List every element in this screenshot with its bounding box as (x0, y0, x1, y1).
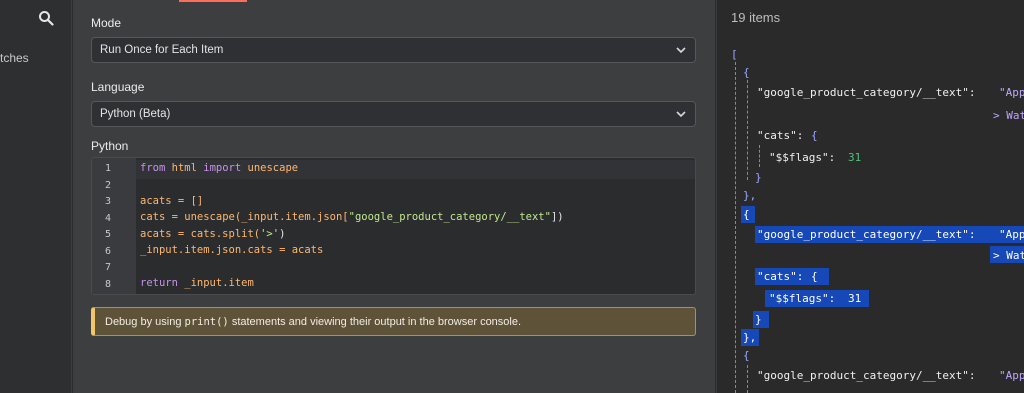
json-key: "$$flags": (769, 151, 836, 164)
code-line: return _input.item (140, 277, 254, 289)
code-editor[interactable]: 1 2 3 4 5 6 7 8 from html import unescap… (91, 157, 696, 295)
language-select[interactable]: Python (Beta) (91, 101, 696, 127)
indent-guide (735, 62, 736, 393)
json-value-continued: > Wat (993, 109, 1024, 122)
line-number-gutter: 1 2 3 4 5 6 7 8 (92, 158, 136, 294)
json-brace: { (743, 208, 750, 221)
json-brace: }, (743, 331, 757, 344)
line-number: 6 (104, 246, 112, 257)
chevron-down-icon (676, 111, 686, 118)
json-brace: } (755, 313, 762, 326)
line-number: 1 (104, 163, 112, 174)
json-value: "App (999, 369, 1024, 382)
json-brace: { (811, 129, 818, 142)
json-key: "cats": (757, 129, 804, 142)
sidebar-item-label[interactable]: tches (0, 51, 29, 65)
json-open-bracket: [ (731, 48, 738, 61)
json-value-continued: > Wat (993, 249, 1024, 262)
json-brace: }, (743, 189, 757, 202)
code-line: from html import unescape (140, 162, 299, 174)
code-line: acats = cats.split('>') (140, 228, 286, 240)
language-label: Language (91, 80, 145, 94)
search-icon[interactable] (38, 10, 54, 26)
json-number: 31 (848, 292, 862, 305)
mode-select-value: Run Once for Each Item (100, 44, 224, 56)
line-number: 4 (104, 213, 112, 224)
indent-guide (747, 80, 748, 180)
json-brace: } (755, 171, 762, 184)
json-key: "$$flags": (769, 292, 836, 305)
json-key: "google_product_category/__text": (757, 369, 976, 382)
code-line: cats = unescape(_input.item.json["google… (140, 211, 564, 223)
json-brace: { (743, 349, 750, 362)
json-brace: { (743, 66, 750, 79)
mode-select[interactable]: Run Once for Each Item (91, 37, 696, 63)
json-brace: { (811, 270, 818, 283)
line-number: 8 (104, 279, 112, 290)
parameters-panel: Mode Run Once for Each Item Language Pyt… (73, 0, 715, 393)
code-line: acats = [] (140, 195, 204, 207)
line-number: 3 (104, 196, 112, 207)
indent-guide (747, 365, 748, 393)
json-value: "App (999, 228, 1024, 241)
line-number: 5 (104, 229, 112, 240)
editor-label: Python (91, 139, 129, 153)
debug-hint-banner: Debug by using print() statements and vi… (91, 307, 696, 336)
items-count: 19 items (731, 10, 781, 25)
line-number: 2 (104, 180, 112, 191)
language-select-value: Python (Beta) (100, 108, 171, 120)
debug-hint-text: Debug by using print() statements and vi… (105, 316, 522, 328)
active-tab-indicator (179, 0, 247, 2)
json-key: "cats": (757, 270, 804, 283)
output-panel: 19 items [ { "google_product_category/__… (716, 0, 1024, 393)
json-key: "google_product_category/__text": (757, 86, 976, 99)
json-number: 31 (848, 151, 862, 164)
json-value: "App (999, 86, 1024, 99)
json-key: "google_product_category/__text": (757, 228, 976, 241)
chevron-down-icon (676, 47, 686, 54)
line-number: 7 (104, 262, 112, 273)
mode-label: Mode (91, 16, 122, 30)
left-sidebar: tches (0, 0, 72, 393)
code-line: _input.item.json.cats = acats (140, 244, 324, 256)
indent-guide (759, 145, 760, 167)
